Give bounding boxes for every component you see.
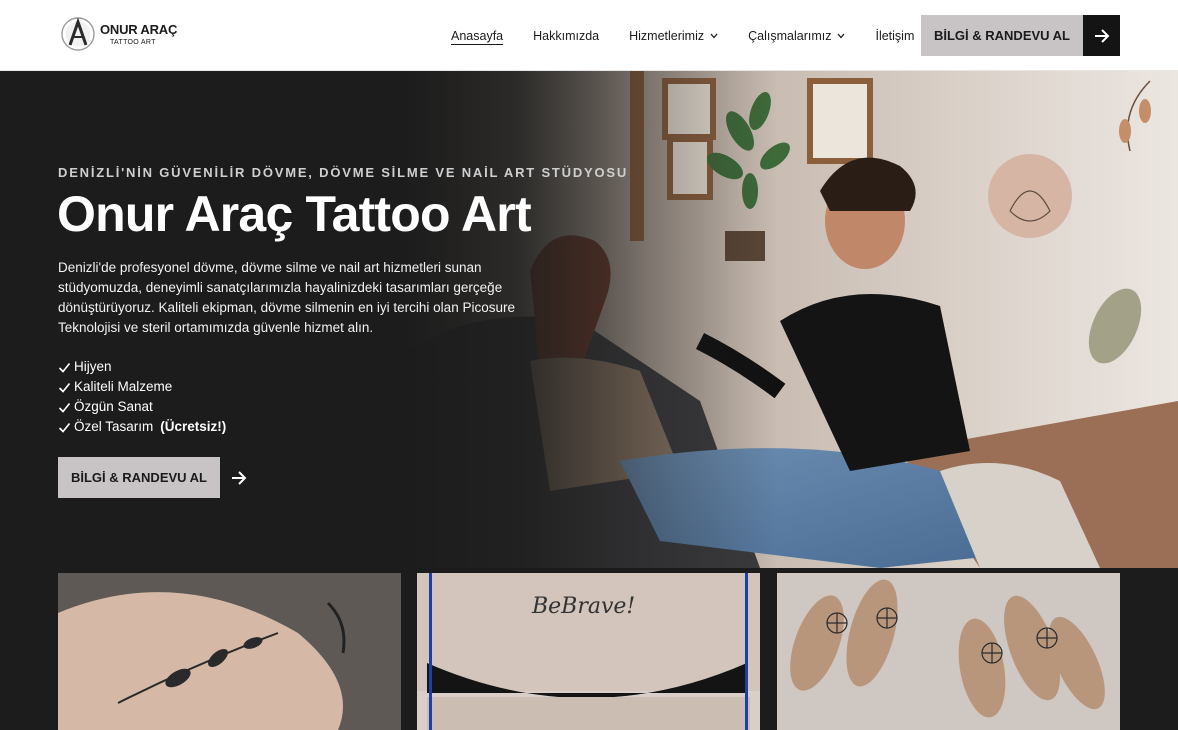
nav-item-hizmetlerimiz[interactable]: Hizmetlerimiz xyxy=(629,29,718,43)
brand-subtitle: TATTOO ART xyxy=(110,38,156,46)
nav-item-iletisim[interactable]: İletişim xyxy=(875,29,914,43)
hero-description: Denizli'de profesyonel dövme, dövme silm… xyxy=(58,260,515,335)
nav-item-hakkimizda[interactable]: Hakkımızda xyxy=(533,29,599,43)
feature-item: Hijyen xyxy=(58,357,226,377)
check-icon xyxy=(58,422,71,433)
script-tattoo-photo: BeBrave! xyxy=(417,573,760,730)
gallery-card[interactable] xyxy=(777,573,1120,730)
feature-text: Kaliteli Malzeme xyxy=(74,379,173,394)
feature-text: Hijyen xyxy=(74,359,112,374)
check-icon xyxy=(58,382,71,393)
feature-highlight: (Ücretsiz!) xyxy=(160,419,227,434)
brand-name: ONUR ARAÇ xyxy=(100,21,178,37)
nav-label: İletişim xyxy=(875,28,915,43)
feature-text: Özel Tasarım xyxy=(74,419,154,434)
header-cta-label: BİLGİ & RANDEVU AL xyxy=(921,15,1083,56)
check-icon xyxy=(58,362,71,373)
nav-label: Hakkımızda xyxy=(533,28,600,43)
hero-section: DENİZLİ'NİN GÜVENİLİR DÖVME, DÖVME SİLME… xyxy=(0,71,1178,568)
gallery-card[interactable]: BeBrave! xyxy=(417,573,760,730)
feature-list: Hijyen Kaliteli Malzeme Özgün Sanat Özel… xyxy=(58,357,226,437)
nav-item-anasayfa[interactable]: Anasayfa xyxy=(451,29,503,43)
nav-label: Anasayfa xyxy=(451,28,504,43)
chevron-down-icon xyxy=(710,33,718,38)
arrow-right-icon xyxy=(220,457,258,498)
hero-title: Onur Araç Tattoo Art xyxy=(57,186,532,242)
nav-label: Çalışmalarımız xyxy=(748,28,832,43)
feature-text: Özgün Sanat xyxy=(74,399,153,414)
brand-logo[interactable]: ONUR ARAÇ TATTOO ART xyxy=(60,16,177,52)
chevron-down-icon xyxy=(837,33,845,38)
ao-monogram-logo-icon xyxy=(61,17,95,51)
gallery-section: BeBrave! xyxy=(0,568,1178,730)
hero-cta-label: BİLGİ & RANDEVU AL xyxy=(58,457,220,498)
check-icon xyxy=(58,402,71,413)
site-header: ONUR ARAÇ TATTOO ART Anasayfa Hakkımızda… xyxy=(0,0,1178,71)
script-tattoo-text: BeBrave! xyxy=(531,594,635,619)
feature-item: Özel Tasarım (Ücretsiz!) xyxy=(58,417,226,437)
arrow-right-icon xyxy=(1083,15,1120,56)
nav-item-calismalarimiz[interactable]: Çalışmalarımız xyxy=(748,29,845,43)
hero-appointment-button[interactable]: BİLGİ & RANDEVU AL xyxy=(58,457,258,498)
hero-kicker: DENİZLİ'NİN GÜVENİLİR DÖVME, DÖVME SİLME… xyxy=(58,165,629,180)
gallery-card[interactable] xyxy=(58,573,401,730)
feature-item: Kaliteli Malzeme xyxy=(58,377,226,397)
nav-label: Hizmetlerimiz xyxy=(629,28,705,43)
spiderweb-nail-art-photo xyxy=(777,573,1120,730)
header-appointment-button[interactable]: BİLGİ & RANDEVU AL xyxy=(921,15,1120,56)
floral-shoulder-tattoo-photo xyxy=(58,573,401,730)
feature-item: Özgün Sanat xyxy=(58,397,226,417)
main-nav: Anasayfa Hakkımızda Hizmetlerimiz Çalışm… xyxy=(451,0,944,71)
